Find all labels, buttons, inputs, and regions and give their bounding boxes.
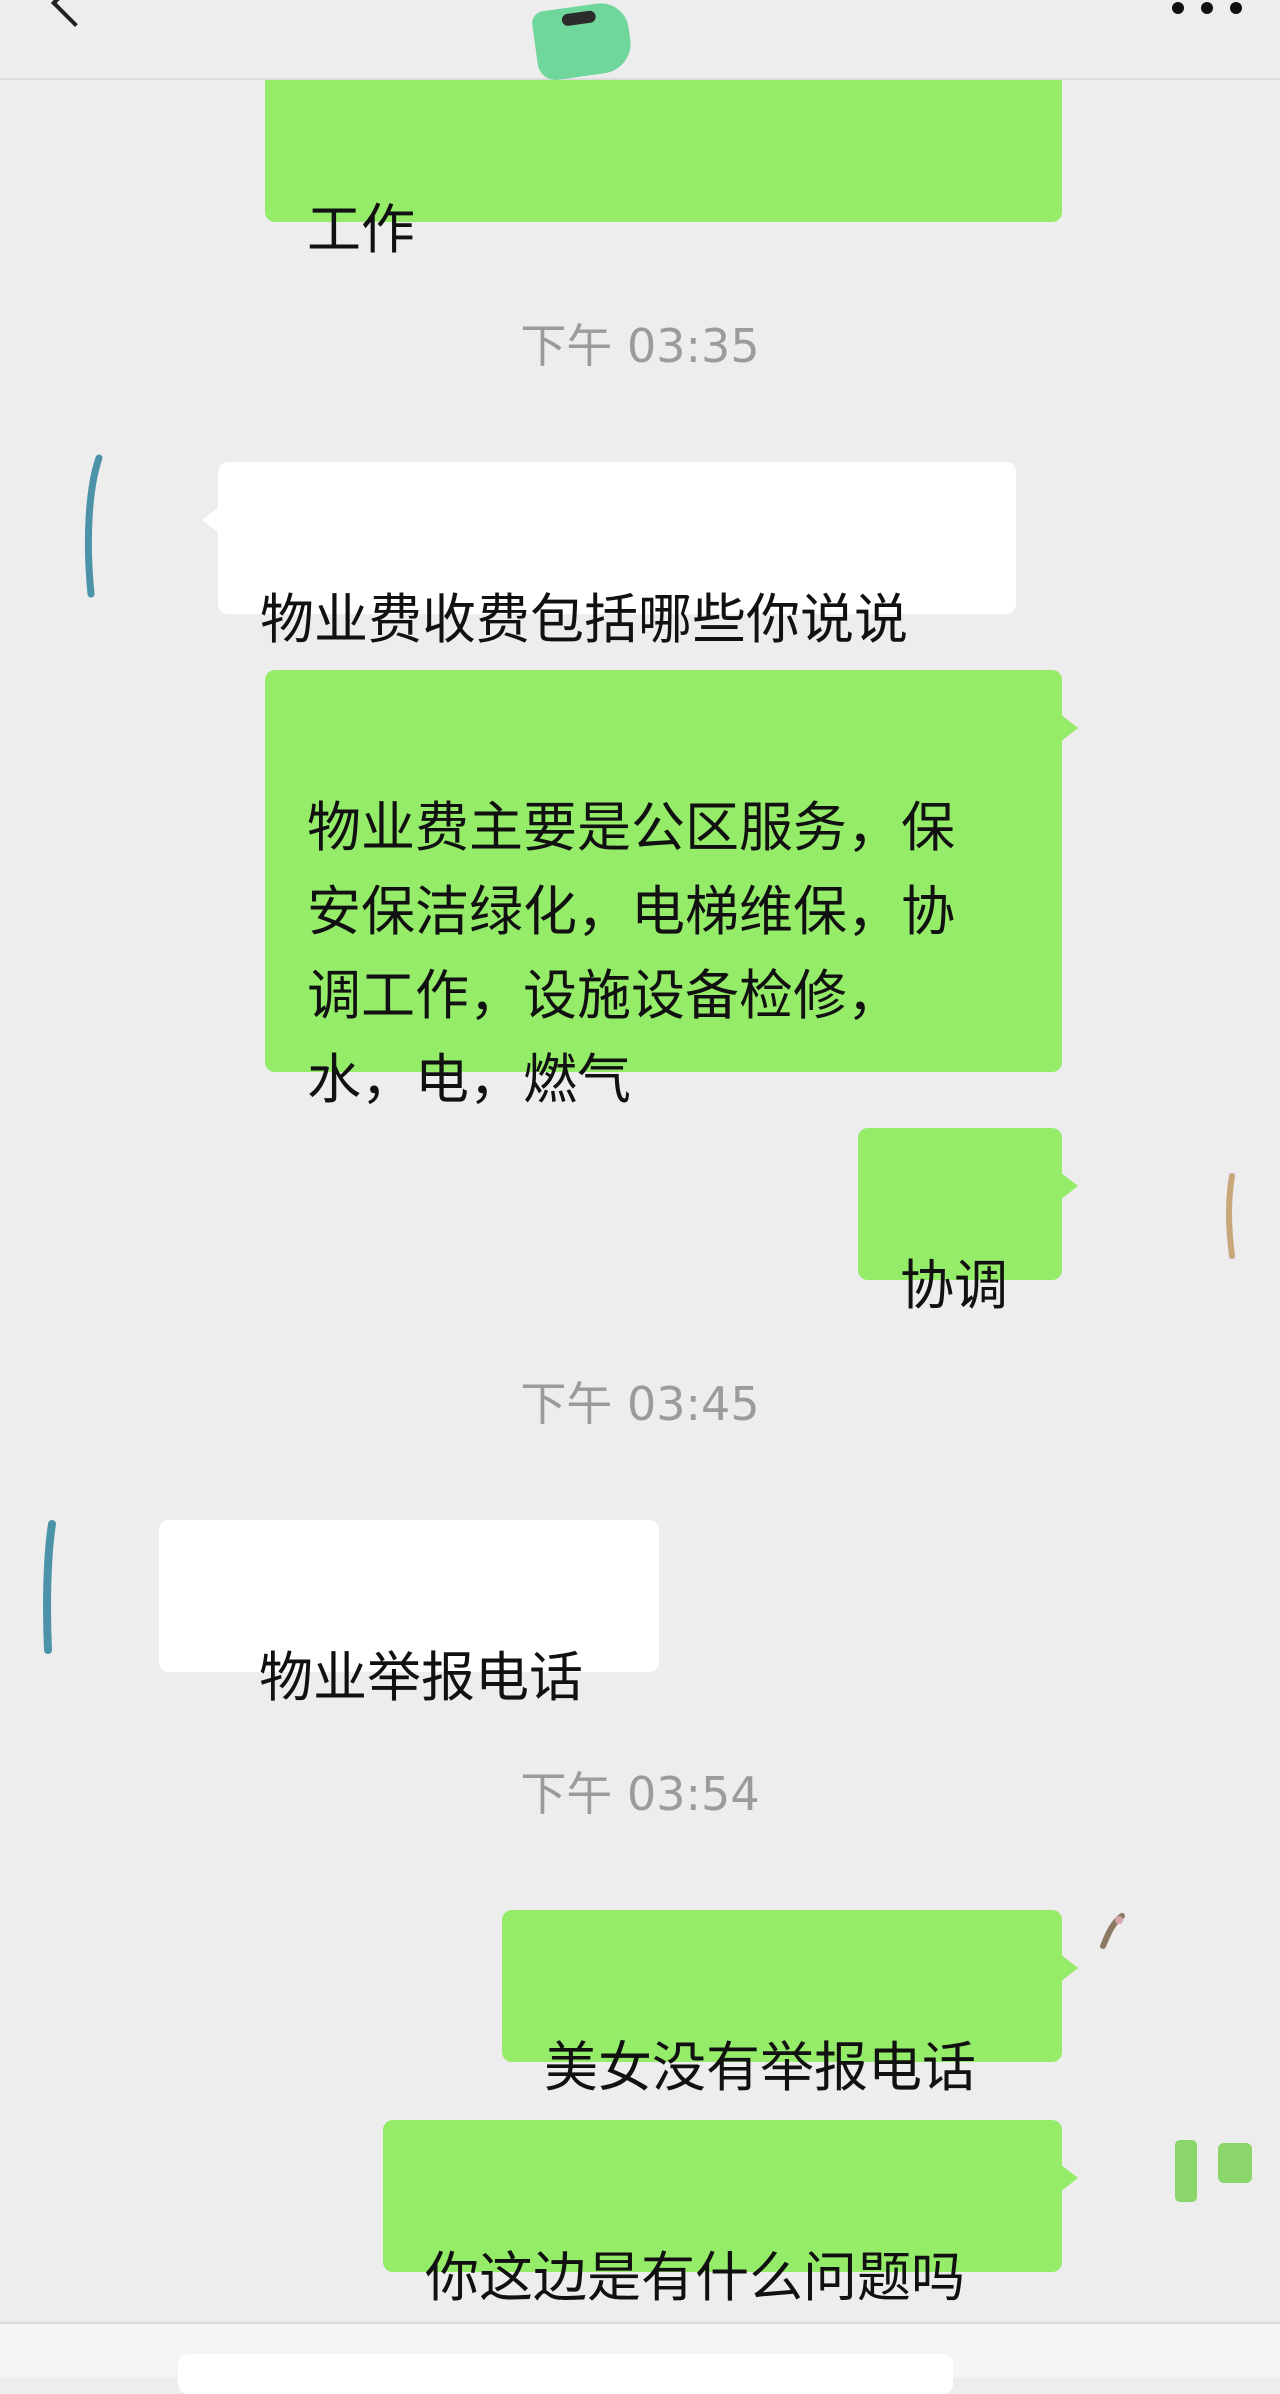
message-bubble-sent[interactable]: 你这边是有什么问题吗	[383, 2120, 1078, 2309]
message-text: 协调	[900, 1254, 1008, 1317]
message-timestamp: 下午 03:45	[520, 1377, 760, 1431]
message-input-bar	[0, 2322, 1280, 2394]
user-avatar[interactable]	[1221, 1172, 1280, 1262]
message-bubble-sent[interactable]: 物业费主要是公区服务，保 安保洁绿化，电梯维保，协 调工作，设施设备检修， 水，…	[265, 670, 1078, 1111]
message-text: 物业费主要是公区服务，保 安保洁绿化，电梯维保，协 调工作，设施设备检修， 水，…	[307, 796, 955, 1111]
user-avatar[interactable]	[1170, 2140, 1252, 2230]
message-timestamp: 下午 03:35	[520, 319, 760, 373]
message-bubble-received[interactable]: 物业举报电话	[159, 1520, 659, 1709]
avatar-image	[1226, 1173, 1235, 1259]
message-bubble-sent[interactable]: 美女没有举报电话	[502, 1910, 1078, 2099]
message-text: 工作	[307, 198, 415, 261]
message-bubble-received[interactable]: 物业费收费包括哪些你说说	[202, 462, 1016, 651]
avatar-image	[43, 1520, 56, 1654]
more-horizontal-icon[interactable]	[1172, 2, 1242, 16]
avatar-image	[84, 454, 103, 598]
chevron-left-icon[interactable]	[50, 0, 100, 28]
avatar-image	[1175, 2140, 1252, 2202]
message-bubble-sent[interactable]: 协调	[858, 1128, 1078, 1317]
contact-avatar[interactable]	[72, 452, 140, 598]
message-timestamp: 下午 03:54	[520, 1767, 760, 1821]
chat-header	[0, 0, 1280, 83]
message-text: 物业举报电话	[259, 1646, 583, 1709]
message-text: 美女没有举报电话	[544, 2036, 976, 2099]
message-text: 你这边是有什么问题吗	[425, 2246, 965, 2309]
avatar-image	[1100, 1913, 1125, 1949]
contact-avatar[interactable]	[38, 1518, 106, 1654]
user-avatar[interactable]	[1098, 1910, 1166, 2000]
contact-name-redacted	[530, 0, 635, 83]
message-text: 物业费收费包括哪些你说说	[260, 588, 908, 651]
message-input[interactable]	[178, 2354, 953, 2394]
